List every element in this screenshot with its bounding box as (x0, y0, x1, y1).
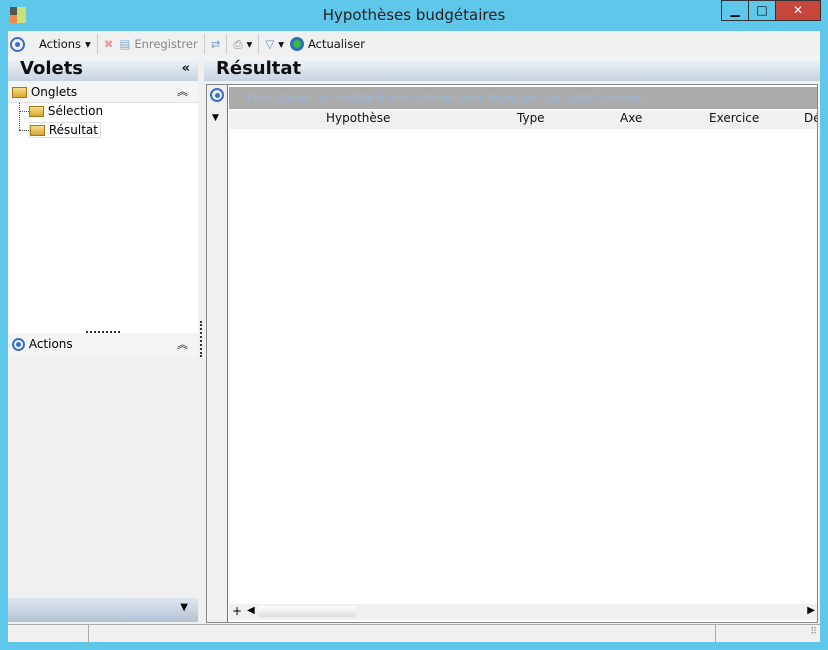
actions-group-header[interactable]: Actions ︽ (8, 333, 198, 357)
scroll-right-icon[interactable]: ▶ (807, 605, 815, 616)
actions-label: Actions (39, 37, 82, 51)
status-bar: ⠿ (8, 624, 820, 643)
minimize-button[interactable]: ▁ (721, 0, 749, 21)
add-row-button[interactable]: + (232, 604, 242, 618)
filter-button[interactable]: ▽ ▾ (265, 37, 284, 51)
onglets-group-header[interactable]: Onglets ︽ (8, 81, 198, 103)
save-icon: ▤ (119, 37, 131, 51)
filter-icon: ▽ (265, 37, 275, 51)
actions-icon (12, 338, 25, 351)
group-by-panel[interactable]: Faire glisser ici l'entête d'une colonne… (229, 87, 817, 109)
result-grid: Faire glisser ici l'entête d'une colonne… (206, 84, 818, 623)
status-divider (88, 625, 89, 643)
onglets-label: Onglets (30, 85, 78, 99)
close-button[interactable]: ✕ (775, 0, 821, 21)
folder-icon (29, 106, 44, 117)
delete-button[interactable]: ✖ (104, 37, 114, 51)
separator (96, 34, 98, 54)
column-header-description[interactable]: Dé (804, 111, 817, 125)
tree-item-resultat[interactable]: Résultat (29, 122, 101, 138)
tree-item-selection[interactable]: Sélection (29, 104, 103, 118)
result-header: Résultat (204, 57, 820, 81)
sync-icon: ⇄ (210, 37, 221, 51)
collapse-group-icon[interactable]: ︽ (177, 336, 188, 352)
delete-icon: ✖ (103, 37, 114, 51)
actions-menu[interactable]: Actions ▾ (39, 37, 91, 51)
window-title: Hypothèses budgétaires (322, 6, 506, 24)
folder-open-icon (30, 125, 45, 136)
resize-grip-icon[interactable]: ⠿ (810, 627, 817, 637)
save-label: Enregistrer (134, 37, 198, 51)
status-divider (715, 625, 716, 643)
left-panel: Volets « Onglets ︽ Sélection Résultat Act… (8, 57, 198, 622)
actions-panel-icon[interactable] (10, 36, 25, 52)
separator (203, 34, 205, 54)
separator (258, 34, 260, 54)
collapse-group-icon[interactable]: ︽ (177, 83, 188, 99)
refresh-icon (289, 37, 304, 51)
tree-item-label: Sélection (47, 104, 104, 118)
print-button[interactable]: ⎙ ▾ (233, 37, 252, 52)
save-button[interactable]: ▤ Enregistrer (119, 37, 197, 51)
actions-group-label: Actions (28, 337, 73, 351)
collapse-panel-button[interactable]: « (182, 57, 190, 81)
column-headers: Hypothèse Type Axe Exercice Dé (229, 111, 817, 129)
volets-title: Volets (20, 58, 84, 79)
toolbar: Actions ▾ ✖ ▤ Enregistrer ⇄ ⎙ ▾ ▽ ▾ Actualis… (8, 31, 820, 57)
print-icon: ⎙ (233, 36, 243, 51)
column-header-hypothese[interactable]: Hypothèse (326, 111, 390, 125)
maximize-button[interactable]: □ (748, 0, 776, 21)
column-chooser-icon[interactable]: ▼ (212, 113, 219, 123)
scroll-left-icon[interactable]: ◀ (247, 605, 255, 616)
chevron-down-icon: ▼ (180, 602, 188, 613)
folder-icon (12, 87, 27, 98)
tabs-tree: Sélection Résultat (8, 103, 198, 333)
column-header-axe[interactable]: Axe (620, 111, 642, 125)
row-indicator-column (207, 85, 228, 622)
client-area: Actions ▾ ✖ ▤ Enregistrer ⇄ ⎙ ▾ ▽ ▾ Actualis… (8, 31, 820, 643)
volets-header: Volets « (8, 57, 198, 81)
chevron-down-icon: ▾ (278, 37, 284, 51)
sync-button[interactable]: ⇄ (211, 37, 221, 51)
vertical-splitter[interactable] (200, 321, 202, 357)
grid-options-icon[interactable] (210, 88, 224, 102)
panel-overflow-bar[interactable]: ▼ (8, 598, 198, 622)
result-panel: Résultat Faire glisser ici l'entête d'un… (204, 57, 820, 623)
chevron-down-icon: ▾ (85, 37, 91, 51)
horizontal-scrollbar[interactable]: + ◀ ▶ (229, 604, 817, 620)
refresh-button[interactable]: Actualiser (289, 37, 365, 51)
tree-item-label: Résultat (48, 123, 98, 137)
separator (226, 34, 228, 54)
chevron-down-icon: ▾ (246, 37, 253, 51)
refresh-label: Actualiser (307, 37, 365, 51)
column-header-exercice[interactable]: Exercice (709, 111, 759, 125)
column-header-type[interactable]: Type (517, 111, 545, 125)
scroll-thumb[interactable] (257, 606, 357, 617)
